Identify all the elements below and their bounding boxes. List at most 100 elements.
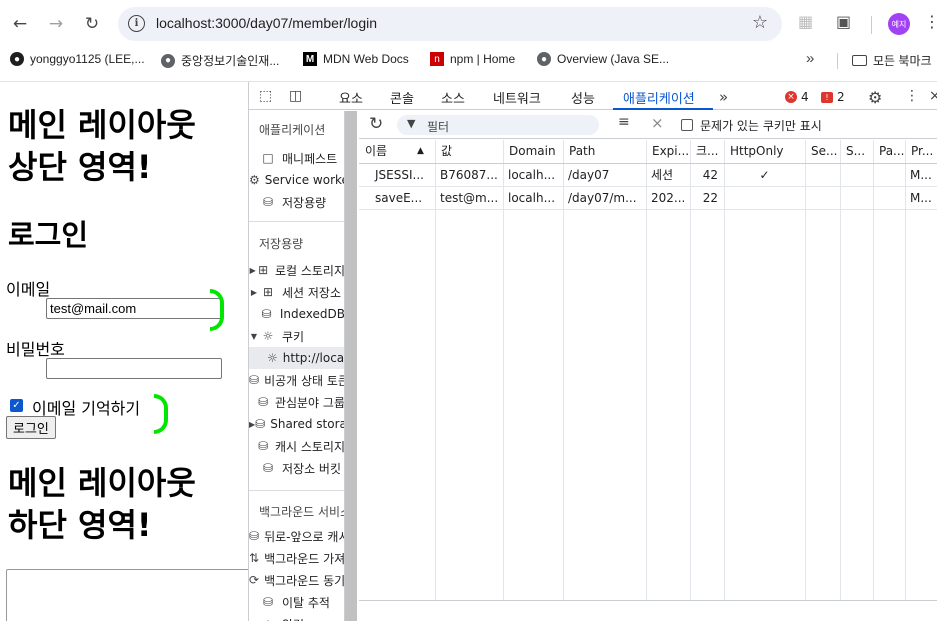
tab-network[interactable]: 네트워크: [493, 88, 541, 107]
sidebar-item-local-storage[interactable]: ▶ ⊞ 로컬 스토리지: [249, 259, 344, 281]
forward-arrow-icon[interactable]: →: [44, 12, 68, 36]
back-arrow-icon[interactable]: ←: [8, 12, 32, 36]
sidebar-item-private-state-tokens[interactable]: ⛁ 비공개 상태 토큰: [249, 369, 344, 391]
inspect-element-icon[interactable]: ⬚: [259, 88, 272, 104]
main-header-line1: 메인 레이아웃: [8, 106, 196, 144]
url-text[interactable]: localhost:3000/day07/member/login: [156, 15, 377, 31]
npm-icon: n: [430, 52, 444, 66]
extension-puzzle-grey-icon[interactable]: ▦: [798, 12, 813, 31]
email-input[interactable]: [46, 298, 222, 319]
email-label: 이메일: [6, 280, 51, 299]
more-bookmarks-icon[interactable]: »: [806, 50, 814, 67]
sidebar-item-storage-buckets[interactable]: ⛁ 저장소 버킷: [249, 457, 344, 479]
column-header-path[interactable]: Path: [563, 140, 646, 163]
bookmark-item[interactable]: ● 중앙정보기술인재...: [161, 52, 279, 69]
sidebar-item-interest-groups[interactable]: ⛁ 관심분야 그룹: [249, 391, 344, 413]
bookmarks-divider: [837, 53, 838, 69]
sidebar-item-back-forward-cache[interactable]: ⛁ 뒤로-앞으로 캐시: [249, 525, 344, 547]
close-icon[interactable]: ×: [929, 88, 937, 104]
database-icon: ⛁: [261, 307, 272, 321]
database-icon: ⛁: [258, 439, 269, 453]
only-issues-checkbox[interactable]: [681, 119, 693, 131]
column-header-size[interactable]: 크...: [690, 140, 724, 163]
column-header-priority[interactable]: Pr...: [905, 140, 937, 163]
sidebar-item-cookie-origin[interactable]: ☼ http://localhost:3000: [249, 347, 344, 369]
cookies-table: 이름 ▲ 값 Domain Path Expi... 크... HttpOnly…: [359, 140, 937, 600]
filter-funnel-icon: ▼: [407, 117, 416, 130]
sync-icon: ⟳: [249, 573, 260, 587]
device-toolbar-icon[interactable]: ◫: [289, 88, 302, 104]
toolbar-divider: [871, 16, 872, 34]
sidebar-section-background-services: 백그라운드 서비스: [259, 505, 345, 519]
column-header-name[interactable]: 이름 ▲: [359, 140, 435, 163]
column-header-secure[interactable]: Se...: [805, 140, 840, 163]
refresh-icon[interactable]: ↻: [369, 114, 383, 134]
globe-icon: ●: [537, 52, 551, 66]
sidebar-item-indexeddb[interactable]: ⛁ IndexedDB: [249, 303, 344, 325]
content-textarea[interactable]: [6, 569, 248, 621]
column-header-samesite[interactable]: S...: [840, 140, 873, 163]
sidebar-scrollbar[interactable]: [345, 111, 357, 621]
row-divider: [359, 209, 937, 210]
tab-sources[interactable]: 소스: [441, 88, 465, 107]
cookie-filter-input[interactable]: ▼ 필터: [397, 115, 599, 135]
errors-badge[interactable]: × 4: [785, 90, 809, 104]
password-input[interactable]: [46, 358, 222, 379]
bookmark-item[interactable]: M MDN Web Docs: [303, 52, 409, 66]
database-icon: ⛁: [249, 373, 260, 387]
clear-filtered-cookies-icon[interactable]: ≡: [618, 114, 630, 130]
devtools-panel: ⬚ ◫ 요소 콘솔 소스 네트워크 성능 애플리케이션 » × 4 ! 2 ⚙ …: [248, 82, 937, 621]
browser-menu-icon[interactable]: ⋮: [924, 12, 937, 31]
delete-selected-icon[interactable]: ×: [651, 114, 664, 132]
sidebar-divider: [249, 490, 344, 491]
column-header-value[interactable]: 값: [435, 140, 503, 163]
site-info-icon[interactable]: i: [128, 15, 145, 32]
more-tabs-icon[interactable]: »: [719, 88, 728, 106]
sidebar-item-cookies[interactable]: ▼ ☼ 쿠키: [249, 325, 344, 347]
column-header-domain[interactable]: Domain: [503, 140, 563, 163]
cookie-expires-cell: 202...: [651, 191, 686, 205]
database-icon: ⛁: [255, 417, 266, 431]
sidebar-item-cache-storage[interactable]: ⛁ 캐시 스토리지: [249, 435, 344, 457]
bookmark-item[interactable]: ● yonggyo1125 (LEE,...: [10, 52, 145, 66]
tab-performance[interactable]: 성능: [571, 88, 595, 107]
cookie-httponly-cell: [724, 187, 805, 209]
column-header-httponly[interactable]: HttpOnly: [724, 140, 805, 163]
sidebar-item-session-storage[interactable]: ▶ ⊞ 세션 저장소: [249, 281, 344, 303]
table-icon: ⊞: [258, 263, 269, 277]
devtools-menu-icon[interactable]: ⋮: [905, 88, 919, 104]
bookmark-item[interactable]: n npm | Home: [430, 52, 515, 66]
profile-avatar[interactable]: 예지: [888, 13, 910, 35]
tab-application[interactable]: 애플리케이션: [623, 88, 695, 107]
bookmark-star-icon[interactable]: ☆: [752, 12, 768, 33]
all-bookmarks-folder[interactable]: 모든 북마크: [852, 52, 932, 69]
column-header-expires[interactable]: Expi...: [646, 140, 690, 163]
address-bar[interactable]: i localhost:3000/day07/member/login ☆: [118, 7, 782, 41]
sidebar-section-storage: 저장용량: [259, 237, 304, 251]
sidebar-item-background-fetch[interactable]: ⇅ 백그라운드 가져오기: [249, 547, 344, 569]
page-viewport: 메인 레이아웃 상단 영역! 로그인 이메일 비밀번호 ✓ 이메일 기억하기 로…: [0, 82, 248, 621]
sidebar-item-shared-storage[interactable]: ▶⛁ Shared storage: [249, 413, 344, 435]
table-bottom-border: [359, 600, 937, 601]
reload-icon[interactable]: ↻: [80, 12, 104, 36]
sidebar-item-manifest[interactable]: □ 매니페스트: [249, 147, 344, 169]
column-header-partition-key[interactable]: Pa...: [873, 140, 905, 163]
bookmark-item[interactable]: ● Overview (Java SE...: [537, 52, 669, 66]
sidebar-item-service-workers[interactable]: ⚙ Service workers: [249, 169, 344, 191]
sidebar-item-background-sync[interactable]: ⟳ 백그라운드 동기화: [249, 569, 344, 591]
cookie-expires-cell: 세션: [651, 168, 674, 182]
login-button[interactable]: 로그인: [6, 416, 56, 439]
application-sidebar: 애플리케이션 □ 매니페스트 ⚙ Service workers ⛁ 저장용량 …: [249, 111, 345, 621]
browser-toolbar: ← → ↻ i localhost:3000/day07/member/logi…: [0, 0, 937, 48]
tab-elements[interactable]: 요소: [339, 88, 363, 107]
sidebar-item-storage[interactable]: ⛁ 저장용량: [249, 191, 344, 213]
extensions-icon[interactable]: ▣: [836, 12, 851, 31]
settings-gear-icon[interactable]: ⚙: [868, 88, 882, 107]
tab-console[interactable]: 콘솔: [390, 88, 414, 107]
sidebar-item-notifications[interactable]: ◆ 알림: [249, 613, 344, 621]
issues-badge[interactable]: ! 2: [821, 90, 845, 104]
sidebar-item-bounce-tracking[interactable]: ⛁ 이탈 추적: [249, 591, 344, 613]
document-icon: □: [262, 151, 274, 165]
remember-email-checkbox[interactable]: ✓: [10, 399, 23, 412]
database-icon: ⛁: [249, 529, 260, 543]
